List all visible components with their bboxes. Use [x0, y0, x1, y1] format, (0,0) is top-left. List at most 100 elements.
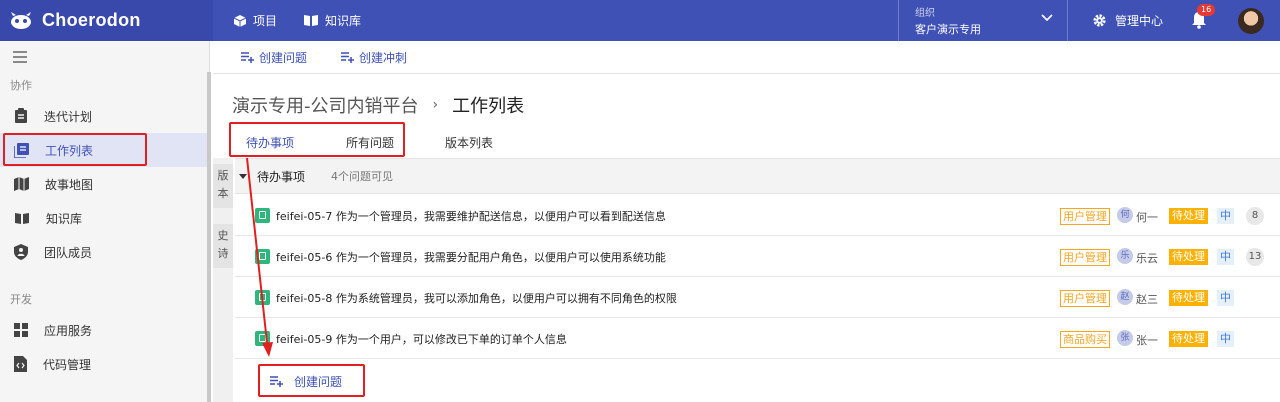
- priority-badge: 中: [1217, 208, 1234, 224]
- sidebar-section-dev: 开发: [10, 293, 32, 306]
- epic-tag: 用户管理: [1060, 249, 1110, 266]
- issue-row[interactable]: feifei-05-8 作为系统管理员，我可以添加角色，以便用户可以拥有不同角色…: [235, 277, 1280, 318]
- nav-project-label: 项目: [253, 14, 278, 28]
- sidebar-item-knowledge[interactable]: 知识库: [0, 201, 209, 235]
- issue-key: feifei-05-7: [276, 210, 333, 223]
- app-name: Choerodon: [42, 10, 141, 30]
- assignee-avatar: 张: [1117, 330, 1133, 346]
- tab-all-issues[interactable]: 所有问题: [346, 134, 394, 161]
- issue-row[interactable]: feifei-05-6 作为一个管理员，我需要分配用户角色，以便用户可以使用系统…: [235, 236, 1280, 277]
- side-tab-epic-label: 史诗: [217, 229, 229, 260]
- choerodon-logo-icon: [11, 11, 31, 29]
- sidebar-item-team[interactable]: 团队成员: [0, 235, 209, 269]
- inline-create-issue-label: 创建问题: [294, 375, 343, 389]
- top-nav: 项目 知识库: [233, 12, 387, 29]
- assignee-name: 乐云: [1136, 252, 1158, 265]
- sidebar-item-label: 代码管理: [43, 357, 92, 372]
- code-file-icon: [14, 356, 27, 372]
- sidebar-item-label: 迭代计划: [44, 109, 93, 124]
- priority-badge: 中: [1217, 290, 1234, 306]
- breadcrumb-project[interactable]: 演示专用-公司内销平台: [232, 92, 419, 118]
- admin-center-label: 管理中心: [1115, 14, 1164, 28]
- priority-badge: 中: [1217, 331, 1234, 347]
- sidebar-item-label: 故事地图: [45, 177, 94, 192]
- sidebar-item-app-service[interactable]: 应用服务: [0, 313, 209, 347]
- user-avatar[interactable]: [1238, 8, 1264, 34]
- org-value: 客户演示专用: [915, 23, 981, 36]
- sidebar-item-code[interactable]: 代码管理: [0, 347, 209, 381]
- issue-title: 作为一个管理员，我需要分配用户角色，以便用户可以使用系统功能: [335, 251, 666, 264]
- backlog-title: 待办事项: [257, 169, 306, 184]
- book-icon: [304, 15, 319, 26]
- tab-bar: 待办事项 所有问题 版本列表: [232, 134, 493, 161]
- side-tab-epic[interactable]: 史诗: [213, 224, 233, 268]
- breadcrumb: 演示专用-公司内销平台 › 工作列表: [232, 92, 524, 118]
- side-tab-version-label: 版本: [217, 169, 229, 200]
- sidebar-item-label: 工作列表: [45, 143, 94, 158]
- nav-knowledge[interactable]: 知识库: [303, 12, 361, 29]
- map-icon: [14, 177, 29, 191]
- nav-project[interactable]: 项目: [233, 12, 277, 29]
- sidebar-item-label: 应用服务: [44, 323, 93, 338]
- issue-title: 作为系统管理员，我可以添加角色，以便用户可以拥有不同角色的权限: [335, 292, 677, 305]
- inline-create-issue-button[interactable]: 创建问题: [270, 373, 342, 390]
- open-book-icon: [15, 212, 29, 224]
- issue-row[interactable]: feifei-05-9 作为一个用户，可以修改已下单的订单个人信息 商品购买 张…: [235, 318, 1280, 359]
- apps-icon: [14, 323, 28, 337]
- sidebar-item-story-map[interactable]: 故事地图: [0, 167, 209, 201]
- toolbar: 创建问题 创建冲刺: [213, 41, 1280, 74]
- clipboard-icon: [15, 108, 27, 123]
- notification-badge: 16: [1197, 4, 1216, 16]
- chevron-down-icon: [1041, 14, 1053, 22]
- issue-key: feifei-05-6: [276, 251, 333, 264]
- assignee-avatar: 赵: [1117, 289, 1133, 305]
- issue-summary: feifei-05-8 作为系统管理员，我可以添加角色，以便用户可以拥有不同角色…: [276, 290, 677, 306]
- playlist-add-icon: [241, 51, 254, 63]
- sidebar-item-label: 团队成员: [44, 245, 93, 260]
- story-type-icon: [255, 249, 270, 264]
- list-book-icon: [14, 142, 29, 158]
- sidebar-scrollbar[interactable]: [207, 72, 211, 402]
- nav-knowledge-label: 知识库: [325, 14, 362, 28]
- sidebar-item-iteration-plan[interactable]: 迭代计划: [0, 99, 209, 133]
- assignee-name: 张一: [1136, 334, 1158, 347]
- issue-key: feifei-05-9: [276, 333, 333, 346]
- shield-user-icon: [14, 244, 28, 260]
- backlog-count: 4个问题可见: [331, 170, 394, 183]
- playlist-add-icon: [270, 376, 283, 387]
- tab-backlog[interactable]: 待办事项: [246, 134, 295, 161]
- logo[interactable]: Choerodon: [0, 0, 213, 41]
- status-badge: 待处理: [1169, 208, 1208, 224]
- playlist-add-icon: [341, 51, 355, 63]
- sidebar: 协作 迭代计划 工作列表 故事地图 知识库 团队成员 开发 应用服务 代码管理: [0, 41, 210, 402]
- story-type-icon: [255, 290, 270, 305]
- breadcrumb-separator: ›: [432, 97, 439, 113]
- admin-center-button[interactable]: 管理中心: [1092, 12, 1163, 29]
- assignee-avatar: 乐: [1117, 248, 1133, 264]
- priority-badge: 中: [1217, 249, 1234, 265]
- create-sprint-label: 创建冲刺: [359, 50, 408, 65]
- issue-row[interactable]: feifei-05-7 作为一个管理员，我需要维护配送信息，以便用户可以看到配送…: [235, 195, 1280, 236]
- story-type-icon: [255, 208, 270, 223]
- page-title: 工作列表: [452, 96, 525, 117]
- create-issue-button[interactable]: 创建问题: [241, 49, 307, 66]
- org-selector[interactable]: 组织 客户演示专用: [898, 0, 1068, 41]
- hamburger-menu-icon[interactable]: [13, 51, 27, 63]
- collapse-caret-icon[interactable]: [239, 173, 247, 179]
- epic-tag: 用户管理: [1060, 208, 1110, 225]
- epic-tag: 商品购买: [1060, 331, 1110, 348]
- backlog-header: 待办事项 4个问题可见: [235, 158, 1280, 194]
- side-tab-version[interactable]: 版本: [213, 164, 233, 208]
- status-badge: 待处理: [1169, 249, 1208, 265]
- cube-icon: [233, 14, 247, 27]
- sidebar-item-work-list[interactable]: 工作列表: [0, 133, 209, 167]
- assignee-avatar: 何: [1117, 207, 1133, 223]
- issue-summary: feifei-05-9 作为一个用户，可以修改已下单的订单个人信息: [276, 331, 567, 347]
- top-bar: Choerodon 项目 知识库 组织 客户演示专用 管理中心 16: [0, 0, 1280, 41]
- issue-title: 作为一个用户，可以修改已下单的订单个人信息: [335, 333, 567, 346]
- tab-versions[interactable]: 版本列表: [445, 134, 493, 161]
- epic-tag: 用户管理: [1060, 290, 1110, 307]
- create-issue-label: 创建问题: [259, 50, 308, 65]
- assignee-name: 赵三: [1136, 293, 1158, 306]
- create-sprint-button[interactable]: 创建冲刺: [341, 49, 407, 66]
